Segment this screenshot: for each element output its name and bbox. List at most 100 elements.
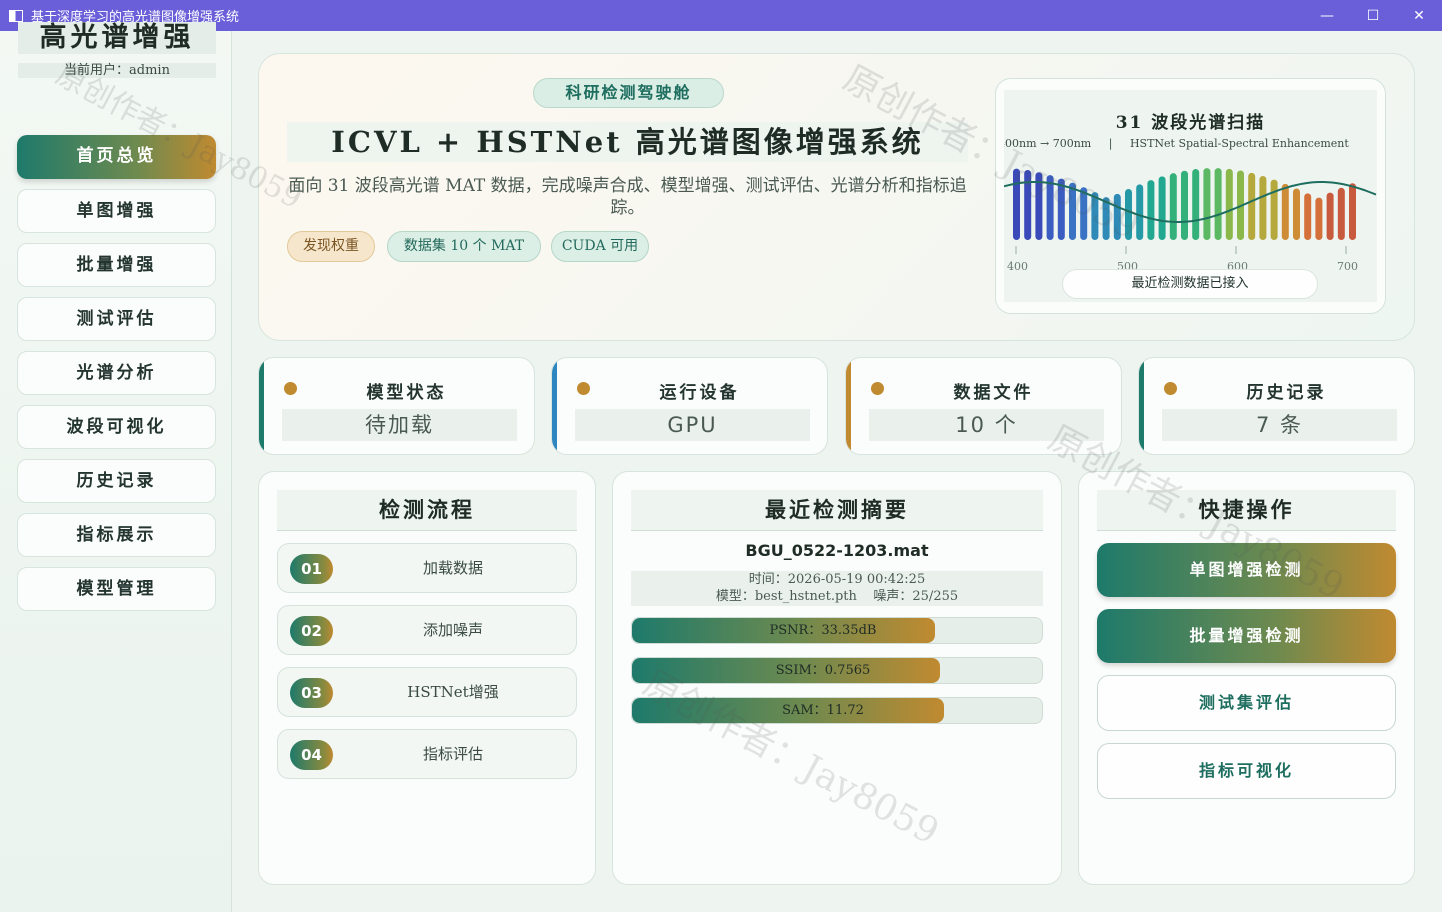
accent-bar (846, 358, 851, 454)
stat-card-device: 运行设备 GPU (551, 357, 828, 455)
metric-bar-sam: SAM：11.72 (631, 697, 1043, 724)
spectral-bar (1225, 168, 1233, 240)
sidebar-item-band-visualization[interactable]: 波段可视化 (17, 405, 216, 449)
spectral-bar (1080, 187, 1088, 240)
close-button[interactable]: ✕ (1396, 0, 1442, 31)
batch-enhance-button[interactable]: 批量增强检测 (1097, 609, 1396, 663)
stat-value: 10 个 (869, 409, 1104, 441)
spectral-bar (1069, 182, 1076, 240)
stat-label: 数据文件 (953, 383, 1034, 403)
sidebar-item-spectral-analysis[interactable]: 光谱分析 (17, 351, 216, 395)
spectral-bar (1349, 183, 1356, 240)
step-label: 添加噪声 (422, 621, 483, 639)
file-name: BGU_0522-1203.mat (745, 541, 929, 560)
flow-step: 01 加载数据 (277, 543, 577, 593)
metric-bar-psnr: PSNR：33.35dB (631, 617, 1043, 644)
stat-card-data-files: 数据文件 10 个 (845, 357, 1122, 455)
sidebar-item-home[interactable]: 首页总览 (17, 135, 216, 179)
step-label: 加载数据 (422, 559, 483, 577)
spectral-bar (1013, 168, 1020, 240)
sidebar-item-batch-enhance[interactable]: 批量增强 (17, 243, 216, 287)
step-label: 指标评估 (422, 745, 483, 763)
sidebar-item-single-enhance[interactable]: 单图增强 (17, 189, 216, 233)
app-icon (9, 9, 23, 22)
metric-label: PSNR：33.35dB (769, 623, 877, 638)
spectral-bar (1024, 170, 1032, 240)
spectral-bar (1326, 192, 1334, 240)
spectral-bar (1158, 176, 1166, 240)
test-set-eval-button[interactable]: 测试集评估 (1097, 675, 1396, 731)
sidebar-item-model-management[interactable]: 模型管理 (17, 567, 216, 611)
hero-description: 面向 31 波段高光谱 MAT 数据，完成噪声合成、模型增强、测试评估、光谱分析… (288, 176, 967, 218)
tick-label: 700 (1337, 260, 1358, 273)
step-number: 03 (290, 678, 333, 708)
spectral-bar (1057, 178, 1065, 240)
step-label: HSTNet增强 (407, 683, 499, 701)
spectral-bar (1214, 168, 1222, 240)
flow-step: 02 添加噪声 (277, 605, 577, 655)
hero-title: ICVL + HSTNet 高光谱图像增强系统 (287, 122, 968, 162)
flow-step: 03 HSTNet增强 (277, 667, 577, 717)
step-number: 01 (290, 554, 333, 584)
stat-value: 待加载 (282, 409, 517, 441)
step-number: 04 (290, 740, 333, 770)
flow-title: 检测流程 (277, 490, 577, 531)
spectral-bar (1136, 184, 1144, 240)
accent-bar (552, 358, 557, 454)
spectral-bar (1337, 187, 1345, 240)
current-user: 当前用户：admin (18, 63, 216, 78)
single-enhance-button[interactable]: 单图增强检测 (1097, 543, 1396, 597)
spectral-bar (1304, 193, 1312, 240)
weights-chip: 发现权重 (287, 231, 375, 262)
metric-label: SAM：11.72 (782, 703, 864, 718)
brand-title: 高光谱增强 (18, 22, 216, 54)
scan-model: HSTNet Spatial-Spectral Enhancement (1129, 137, 1349, 150)
scan-title: 31 波段光谱扫描 (1115, 113, 1266, 133)
title-bar: 基于深度学习的高光谱图像增强系统 — ☐ ✕ (0, 0, 1442, 31)
spectral-bar (1091, 192, 1099, 240)
spectral-bar (1192, 169, 1200, 240)
flow-step: 04 指标评估 (277, 729, 577, 779)
spectral-bar (1270, 179, 1278, 240)
scan-separator: | (1108, 137, 1113, 150)
spectral-bar (1046, 175, 1054, 240)
metric-bar-ssim: SSIM：0.7565 (631, 657, 1043, 684)
scan-status-pill: 最近检测数据已接入 (1062, 269, 1318, 299)
spectral-bar (1293, 188, 1300, 240)
spectral-bar (1147, 180, 1155, 240)
spectral-bars (1004, 168, 1377, 254)
sidebar-item-metrics[interactable]: 指标展示 (17, 513, 216, 557)
step-number: 02 (290, 616, 333, 646)
spectral-bar (1248, 172, 1256, 240)
stat-value: 7 条 (1162, 409, 1397, 441)
spectral-bar (1259, 175, 1267, 240)
scan-range: 400nm → 700nm (1004, 137, 1092, 150)
accent-bar (1139, 358, 1144, 454)
summary-title: 最近检测摘要 (631, 490, 1043, 531)
quick-actions-title: 快捷操作 (1097, 490, 1396, 531)
stat-value: GPU (575, 409, 810, 441)
accent-bar (259, 358, 264, 454)
detection-model-noise: 模型：best_hstnet.pth 噪声：25/255 (715, 589, 959, 604)
scan-subtitle: 400nm → 700nm | HSTNet Spatial-Spectral … (1004, 137, 1363, 150)
cuda-chip: CUDA 可用 (551, 231, 649, 262)
stat-card-model-status: 模型状态 待加载 (258, 357, 535, 455)
sidebar-item-test-eval[interactable]: 测试评估 (17, 297, 216, 341)
spectral-bar (1181, 170, 1188, 240)
stat-label: 运行设备 (659, 383, 740, 403)
spectral-bar (1203, 168, 1211, 240)
sidebar-item-history[interactable]: 历史记录 (17, 459, 216, 503)
tick-label: 400 (1007, 260, 1028, 273)
hero-badge: 科研检测驾驶舱 (533, 78, 724, 108)
spectral-bar (1169, 173, 1177, 240)
detection-time: 时间：2026-05-19 00:42:25 (748, 572, 926, 587)
spectral-bar (1281, 183, 1289, 240)
spectral-bar (1113, 193, 1121, 240)
maximize-button[interactable]: ☐ (1350, 0, 1396, 31)
metric-visualize-button[interactable]: 指标可视化 (1097, 743, 1396, 799)
stat-label: 历史记录 (1246, 383, 1327, 403)
metric-label: SSIM：0.7565 (775, 663, 871, 678)
minimize-button[interactable]: — (1304, 0, 1350, 31)
dataset-chip: 数据集 10 个 MAT (387, 231, 541, 262)
spectral-bar (1315, 197, 1323, 240)
